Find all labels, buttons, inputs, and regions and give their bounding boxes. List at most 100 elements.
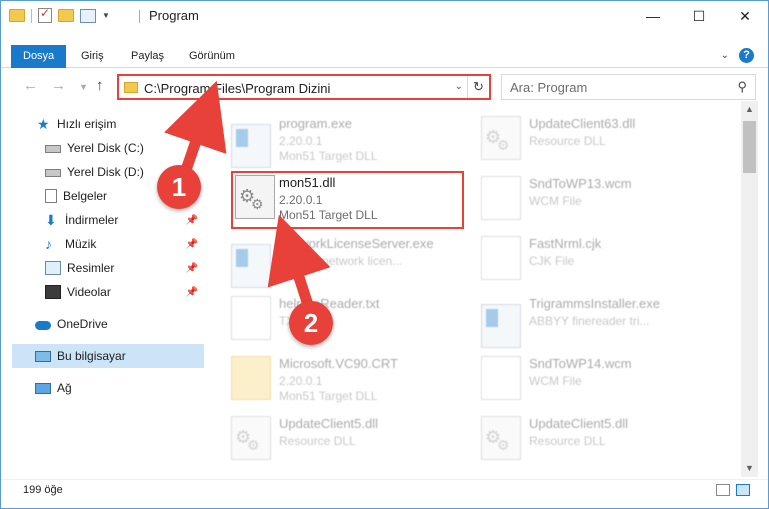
status-bar: 199 öğe	[1, 479, 768, 501]
file-name: mon51.dll	[279, 175, 336, 190]
scroll-up-icon[interactable]: ▲	[741, 101, 758, 118]
sidebar-item-this-pc[interactable]: Bu bilgisayar	[12, 344, 204, 368]
file-type: WCM File	[529, 194, 582, 208]
download-icon: ⬇	[45, 212, 57, 228]
file-explorer-window: ▼ Program — ☐ ✕ Dosya Giriş Paylaş Görün…	[0, 0, 769, 509]
customize-toolbar-chevron-icon[interactable]: ▼	[102, 11, 110, 20]
file-name: NetworkLicenseServer.exe	[279, 236, 434, 251]
network-icon	[35, 382, 51, 394]
maximize-button[interactable]: ☐	[676, 1, 722, 31]
dll-file-icon	[231, 416, 271, 460]
sidebar-item-network[interactable]: Ağ	[1, 376, 204, 400]
sidebar-item-downloads[interactable]: ⬇ İndirmeler 📌	[1, 208, 204, 232]
file-item-helpfile-reader[interactable]: helpfileReader.txt TXT	[215, 288, 465, 348]
recent-locations-chevron-icon[interactable]: ▼	[79, 82, 88, 92]
new-folder-icon[interactable]	[58, 9, 74, 22]
sidebar-item-videos[interactable]: Videolar 📌	[1, 280, 204, 304]
scrollbar-thumb[interactable]	[743, 121, 756, 173]
onedrive-icon	[35, 320, 51, 330]
file-item-updateclient5-right[interactable]: UpdateClient5.dll Resource DLL	[465, 408, 715, 468]
file-item-sndtowp13[interactable]: SndToWP13.wcm WCM File	[465, 168, 715, 228]
details-view-icon[interactable]	[716, 484, 730, 496]
wcm-file-icon	[481, 356, 521, 400]
tab-gorunum[interactable]: Görünüm	[189, 45, 235, 68]
up-arrow-icon[interactable]: ↑	[96, 77, 104, 94]
file-name: program.exe	[279, 116, 352, 131]
file-item-trigramms-installer[interactable]: TrigrammsInstaller.exe ABBYY finereader …	[465, 288, 715, 348]
file-description: Mon51 Target DLL	[279, 208, 378, 222]
manifest-file-icon	[231, 356, 271, 400]
sidebar-item-label: Belgeler	[63, 189, 108, 203]
sidebar-item-pictures[interactable]: Resimler 📌	[1, 256, 204, 280]
file-name: FastNrml.cjk	[529, 236, 602, 251]
folder-icon	[9, 9, 25, 22]
step-badge-2: 2	[289, 301, 333, 345]
search-input[interactable]	[510, 76, 730, 98]
sidebar-item-onedrive[interactable]: OneDrive	[1, 312, 204, 336]
pin-icon[interactable]: 📌	[186, 263, 198, 274]
tab-paylas[interactable]: Paylaş	[131, 45, 164, 68]
file-item-updateclient63[interactable]: UpdateClient63.dll Resource DLL	[465, 108, 715, 168]
file-name: TrigrammsInstaller.exe	[529, 296, 660, 311]
sidebar-item-label: Ağ	[57, 381, 72, 395]
tab-giris[interactable]: Giriş	[81, 45, 104, 68]
sidebar-item-quick-access[interactable]: ★ Hızlı erişim	[1, 112, 204, 136]
sidebar-item-music[interactable]: ♪ Müzik 📌	[1, 232, 204, 256]
sidebar-item-label: Bu bilgisayar	[57, 349, 126, 363]
back-arrow-icon[interactable]: ←	[23, 77, 38, 94]
tiles-view-icon[interactable]	[736, 484, 750, 496]
search-icon[interactable]: ⚲	[737, 79, 747, 95]
sidebar-item-label: Hızlı erişim	[57, 117, 117, 131]
file-type: Resource DLL	[529, 434, 606, 448]
file-name: UpdateClient63.dll	[529, 116, 636, 131]
pictures-icon	[45, 261, 61, 275]
music-icon: ♪	[45, 236, 52, 252]
minimize-button[interactable]: —	[630, 1, 676, 31]
vertical-scrollbar[interactable]: ▲ ▼	[741, 101, 758, 477]
file-item-program-exe[interactable]: program.exe 2.20.0.1 Mon51 Target DLL	[215, 108, 465, 168]
scroll-down-icon[interactable]: ▼	[741, 460, 758, 477]
address-path[interactable]: C:\Program Files\Program Dizini	[144, 81, 330, 96]
expand-ribbon-chevron-icon[interactable]: ⌄	[721, 50, 729, 61]
sidebar-item-label: Müzik	[65, 237, 97, 251]
drive-icon	[45, 145, 61, 153]
view-options-icon[interactable]	[80, 8, 96, 23]
forward-arrow-icon[interactable]: →	[51, 77, 66, 94]
file-type: ABBYY network licen...	[279, 254, 403, 268]
title-divider	[139, 10, 140, 23]
file-item-network-license-server[interactable]: NetworkLicenseServer.exe ABBYY network l…	[215, 228, 465, 288]
file-type: WCM File	[529, 374, 582, 388]
refresh-icon[interactable]: ↻	[467, 76, 489, 98]
pin-icon[interactable]: 📌	[186, 287, 198, 298]
help-button[interactable]: ?	[739, 48, 754, 63]
file-item-updateclient5-left[interactable]: UpdateClient5.dll Resource DLL	[215, 408, 465, 468]
pin-icon[interactable]: 📌	[186, 215, 198, 226]
ribbon-tabs: Dosya Giriş Paylaş Görünüm ⌄ ?	[1, 45, 768, 68]
tab-dosya[interactable]: Dosya	[11, 45, 67, 68]
dll-file-icon	[481, 416, 521, 460]
file-type: CJK File	[529, 254, 575, 268]
pin-icon[interactable]: 📌	[186, 239, 198, 250]
wcm-file-icon	[481, 176, 521, 220]
file-item-fastnrml[interactable]: FastNrml.cjk CJK File	[465, 228, 715, 288]
text-file-icon	[231, 296, 271, 340]
window-title: Program	[149, 8, 199, 23]
file-list: program.exe 2.20.0.1 Mon51 Target DLL mo…	[215, 106, 740, 479]
search-box[interactable]: ⚲	[501, 74, 756, 100]
properties-icon[interactable]	[38, 6, 52, 23]
address-bar[interactable]: C:\Program Files\Program Dizini ⌄ ↻	[117, 74, 491, 100]
file-item-msvc90-crt[interactable]: Microsoft.VC90.CRT 2.20.0.1 Mon51 Target…	[215, 348, 465, 408]
file-type: ABBYY finereader tri...	[529, 314, 650, 328]
file-type: Resource DLL	[529, 134, 606, 148]
address-dropdown-chevron-icon[interactable]: ⌄	[455, 81, 463, 92]
file-name: UpdateClient5.dll	[279, 416, 379, 431]
file-item-mon51-dll[interactable]: mon51.dll 2.20.0.1 Mon51 Target DLL	[231, 171, 464, 229]
file-name: SndToWP13.wcm	[529, 176, 632, 191]
computer-icon	[35, 350, 51, 362]
sidebar-item-disk-c[interactable]: Yerel Disk (C:)	[1, 136, 204, 160]
address-folder-icon	[124, 82, 138, 93]
file-description: Mon51 Target DLL	[279, 389, 378, 403]
file-type: Resource DLL	[279, 434, 356, 448]
close-button[interactable]: ✕	[722, 1, 768, 31]
file-item-sndtowp14[interactable]: SndToWP14.wcm WCM File	[465, 348, 715, 408]
